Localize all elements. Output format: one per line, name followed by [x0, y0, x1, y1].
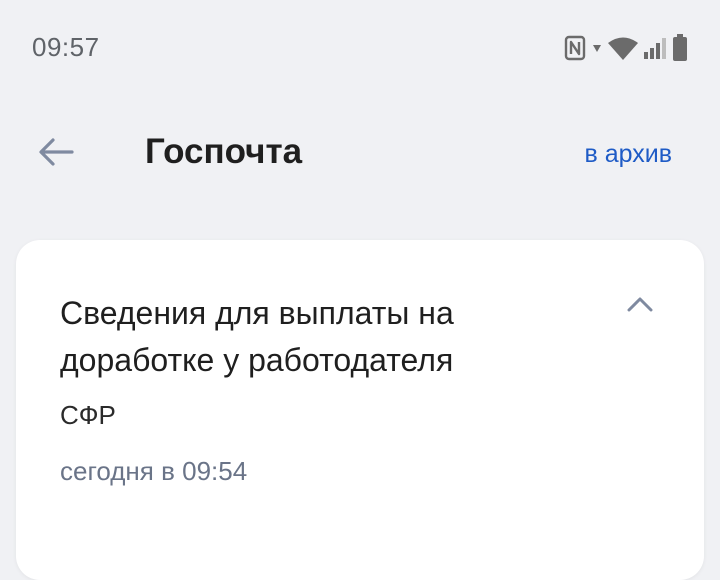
back-button[interactable]	[34, 134, 78, 174]
message-date: сегодня в 09:54	[60, 456, 248, 486]
app-bar: Госпочта в архив	[0, 96, 720, 212]
page-title: Госпочта	[145, 132, 303, 171]
message-sender: СФР	[60, 400, 116, 430]
wifi-icon	[608, 36, 638, 60]
collapse-button[interactable]	[626, 294, 654, 314]
archive-button[interactable]: в архив	[585, 140, 673, 169]
nfc-icon	[564, 35, 586, 61]
arrow-left-icon	[38, 137, 74, 172]
message-card[interactable]: Сведения для выплаты на доработке у рабо…	[16, 240, 704, 580]
status-time: 09:57	[32, 32, 100, 62]
status-bar: 09:57	[0, 0, 720, 96]
battery-icon	[672, 34, 688, 62]
signal-icon	[644, 37, 666, 59]
chevron-up-icon	[626, 297, 654, 318]
data-arrow-icon	[592, 43, 602, 53]
message-title: Сведения для выплаты на доработке у рабо…	[60, 295, 454, 378]
status-icons	[564, 34, 688, 62]
